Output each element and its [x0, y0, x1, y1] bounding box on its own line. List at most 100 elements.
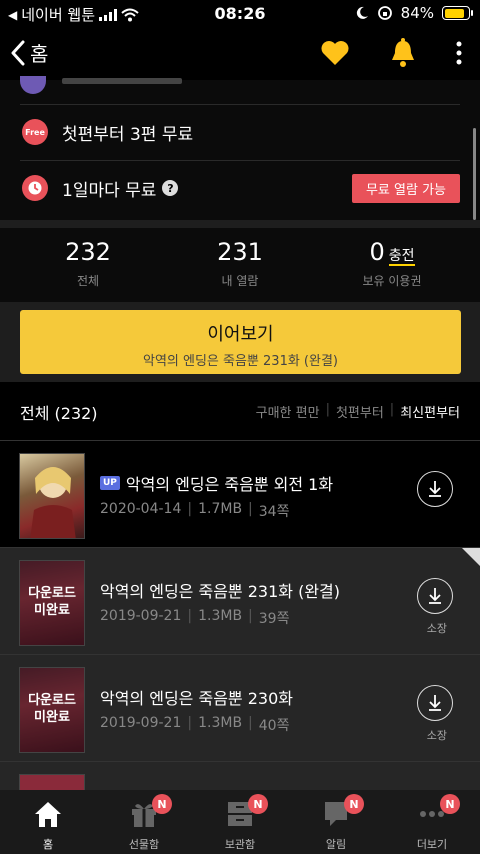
download-button[interactable]	[417, 685, 453, 721]
section-separator	[0, 220, 480, 228]
daily-free-label: 1일마다 무료 ?	[62, 176, 179, 201]
sort-latest[interactable]: 최신편부터	[400, 402, 460, 421]
nav-label: 선물함	[128, 838, 160, 851]
meta-divider: |	[187, 608, 193, 624]
partial-row-icon	[20, 76, 46, 94]
download-label: 소장	[426, 622, 447, 635]
episode-date: 2019-09-21	[100, 715, 182, 731]
status-bar: ◀ 네이버 웹툰 08:26 84%	[0, 0, 480, 28]
sort-options: 구매한 편만 | 첫편부터 | 최신편부터	[256, 402, 460, 421]
stat-read-number: 231	[217, 238, 263, 266]
meta-divider: |	[248, 501, 253, 517]
episode-date: 2020-04-14	[100, 501, 182, 517]
meta-divider: |	[187, 501, 193, 517]
stat-tickets-number: 0 충전	[312, 238, 472, 266]
nav-gifts[interactable]: N 선물함	[96, 790, 192, 854]
continue-reading-button[interactable]: 이어보기 악역의 엔딩은 죽음뿐 231화 (완결)	[20, 310, 461, 374]
heart-icon[interactable]	[320, 39, 350, 67]
stat-total-label: 전체	[76, 274, 100, 288]
back-label: 홈	[30, 42, 49, 66]
overlay-line-1: 다운로드	[28, 693, 76, 709]
meta-divider: |	[248, 715, 253, 731]
battery-percent: 84%	[400, 4, 434, 22]
stat-tickets: 0 충전 보유 이용권	[312, 238, 472, 289]
daily-free-row: 1일마다 무료 ? 무료 열람 가능	[0, 160, 480, 216]
download-icon	[429, 481, 441, 497]
up-badge: UP	[100, 476, 120, 490]
header-actions	[320, 38, 462, 68]
stat-read-label: 내 열람	[221, 274, 259, 288]
help-icon[interactable]: ?	[162, 180, 179, 196]
episode-pages: 34쪽	[258, 504, 290, 520]
episode-pages: 39쪽	[258, 611, 290, 627]
download-button[interactable]	[417, 578, 453, 614]
new-badge: N	[344, 794, 364, 814]
sort-first[interactable]: 첫편부터	[336, 402, 384, 421]
nav-home[interactable]: 홈	[0, 790, 96, 854]
episode-title: 악역의 엔딩은 죽음뿐 외전 1화	[125, 475, 334, 494]
back-button[interactable]: 홈	[10, 38, 48, 67]
episode-meta: 2020-04-14 | 1.7MB | 34쪽	[100, 501, 289, 521]
scrollbar[interactable]	[473, 128, 476, 220]
free-episodes-text: 첫편부터 3편 무료	[62, 124, 194, 145]
meta-divider: |	[187, 715, 193, 731]
episode-row[interactable]	[0, 761, 480, 791]
stat-total-number: 232	[65, 238, 111, 266]
charge-link[interactable]: 충전	[388, 248, 415, 266]
clock-icon	[22, 175, 48, 201]
overlay-line-2: 미완료	[34, 603, 70, 618]
ticket-count: 0	[369, 238, 385, 266]
bell-icon[interactable]	[390, 38, 416, 68]
sort-divider: |	[389, 402, 395, 417]
episode-date: 2019-09-21	[100, 608, 182, 624]
episode-row[interactable]: 다운로드 미완료 악역의 엔딩은 죽음뿐 230화 2019-09-21 | 1.…	[0, 654, 480, 761]
nav-label: 알림	[325, 838, 347, 851]
episode-title-wrap: UP 악역의 엔딩은 죽음뿐 외전 1화	[100, 471, 333, 495]
sort-purchased-only[interactable]: 구매한 편만	[256, 402, 320, 421]
download-icon	[429, 588, 441, 604]
stats-row: 232 전체 231 내 열람 0 충전 보유 이용권	[0, 228, 480, 302]
free-badge-icon: Free	[22, 119, 48, 145]
nav-label: 더보기	[416, 838, 448, 851]
rotation-lock-icon	[377, 6, 392, 20]
status-right: 84%	[355, 4, 473, 22]
meta-divider: |	[248, 608, 253, 624]
episode-meta: 2019-09-21 | 1.3MB | 40쪽	[100, 715, 289, 735]
episode-size: 1.7MB	[198, 501, 243, 517]
free-unlock-button[interactable]: 무료 열람 가능	[351, 173, 460, 203]
free-episodes-row: Free 첫편부터 3편 무료	[0, 104, 480, 160]
home-icon	[35, 802, 61, 827]
nav-more[interactable]: N 더보기	[384, 790, 480, 854]
episode-meta: 2019-09-21 | 1.3MB | 39쪽	[100, 608, 289, 628]
top-header: 홈	[0, 28, 480, 80]
more-vertical-icon[interactable]	[456, 41, 462, 65]
daily-free-text: 1일마다 무료	[62, 180, 157, 201]
download-button[interactable]	[417, 471, 453, 507]
episode-thumbnail	[19, 774, 85, 791]
episode-title: 악역의 엔딩은 죽음뿐 231화 (완결)	[100, 582, 341, 601]
bottom-navigation: 홈 N 선물함 N 보관함 N 알림 N 더보기	[0, 790, 480, 854]
episode-title: 악역의 엔딩은 죽음뿐 230화	[100, 689, 293, 708]
episode-row[interactable]: UP 악역의 엔딩은 죽음뿐 외전 1화 2020-04-14 | 1.7MB | …	[0, 440, 480, 547]
episode-thumbnail: 다운로드 미완료	[19, 667, 85, 753]
nav-label: 홈	[42, 838, 54, 851]
nav-storage[interactable]: N 보관함	[192, 790, 288, 854]
partial-row-text	[62, 78, 182, 84]
free-info-panel: Free 첫편부터 3편 무료 1일마다 무료 ? 무료 열람 가능	[0, 76, 480, 220]
chevron-left-icon	[11, 40, 25, 65]
new-badge: N	[248, 794, 268, 814]
sort-divider: |	[325, 402, 330, 417]
episode-list-header: 전체 (232) 구매한 편만 | 첫편부터 | 최신편부터	[0, 382, 480, 440]
episode-title-wrap: 악역의 엔딩은 죽음뿐 231화 (완결)	[100, 578, 340, 602]
continue-section: 이어보기 악역의 엔딩은 죽음뿐 231화 (완결)	[0, 302, 480, 382]
episode-size: 1.3MB	[198, 608, 243, 624]
page-fold-icon	[462, 548, 480, 566]
episode-row[interactable]: 다운로드 미완료 악역의 엔딩은 죽음뿐 231화 (완결) 2019-09-2…	[0, 547, 480, 654]
episode-count-title: 전체 (232)	[20, 404, 98, 423]
new-badge: N	[152, 794, 172, 814]
stat-read: 231 내 열람	[160, 238, 320, 289]
stat-tickets-label: 보유 이용권	[362, 274, 422, 288]
nav-notifications[interactable]: N 알림	[288, 790, 384, 854]
episode-title-wrap: 악역의 엔딩은 죽음뿐 230화	[100, 685, 293, 709]
new-badge: N	[440, 794, 460, 814]
